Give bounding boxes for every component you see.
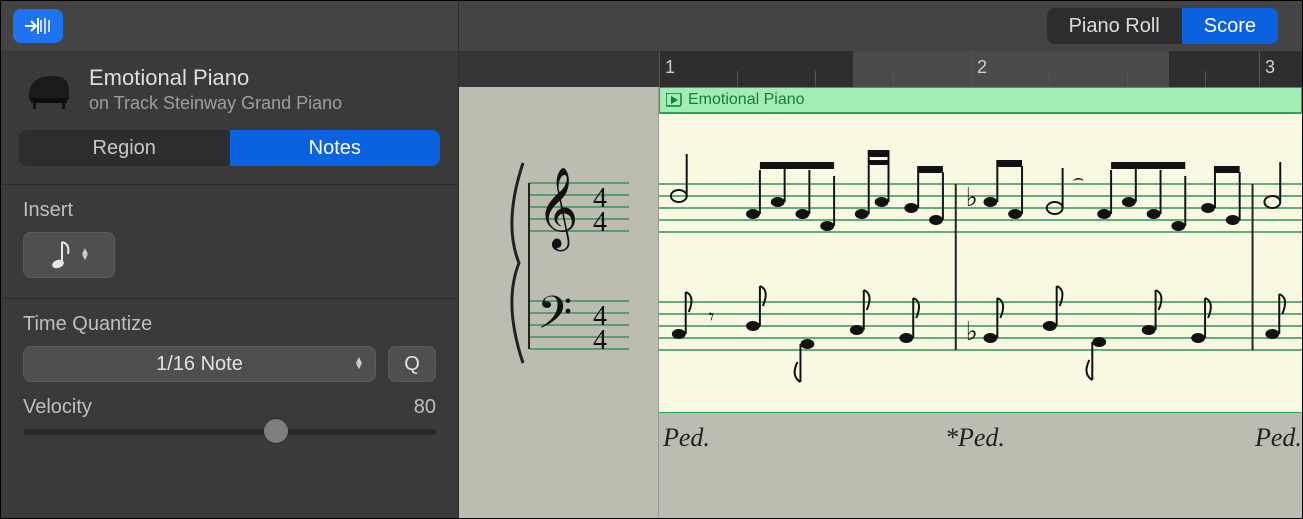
score-left-gutter: 𝄞 𝄢 4 4 4 4 xyxy=(459,87,659,518)
svg-text:𝄾: 𝄾 xyxy=(708,305,714,329)
tab-notes[interactable]: Notes xyxy=(230,130,441,166)
stepper-icon: ▲▼ xyxy=(80,249,90,261)
cycle-range[interactable] xyxy=(853,51,1169,87)
catch-playhead-button[interactable] xyxy=(13,9,63,43)
track-title: Emotional Piano xyxy=(89,65,342,91)
score-editor: Piano Roll Score 1 2 3 xyxy=(459,1,1302,518)
bar-number: 3 xyxy=(1265,57,1275,78)
track-info: Emotional Piano on Track Steinway Grand … xyxy=(1,51,458,124)
tab-region[interactable]: Region xyxy=(19,130,230,166)
svg-text:4: 4 xyxy=(593,325,607,356)
svg-text:♭: ♭ xyxy=(966,183,978,212)
track-subtitle: on Track Steinway Grand Piano xyxy=(89,93,342,114)
editor-mode-tabs: Piano Roll Score xyxy=(1047,8,1278,44)
insert-section: Insert ▲▼ xyxy=(1,185,458,278)
bar-number: 1 xyxy=(665,57,675,78)
bar-number: 2 xyxy=(977,57,987,78)
svg-text:⌢: ⌢ xyxy=(1072,168,1084,188)
velocity-slider[interactable] xyxy=(23,429,436,435)
svg-text:4: 4 xyxy=(593,207,607,238)
velocity-row: Velocity 80 xyxy=(1,382,458,419)
editor-header: Piano Roll Score xyxy=(459,1,1302,51)
pedal-marking: *Ped. xyxy=(945,423,1005,453)
score-canvas[interactable]: ♭ ⌢ xyxy=(659,113,1302,413)
insert-label: Insert xyxy=(23,199,436,222)
quantize-section: Time Quantize 1/16 Note ▲▼ Q xyxy=(1,299,458,382)
quantize-button[interactable]: Q xyxy=(388,346,436,382)
time-quantize-value: 1/16 Note xyxy=(156,353,243,376)
insert-note-value-popup[interactable]: ▲▼ xyxy=(23,232,115,278)
play-icon xyxy=(666,93,682,107)
velocity-slider-thumb[interactable] xyxy=(263,418,289,444)
sidebar-header xyxy=(1,1,458,51)
grand-staff-header: 𝄞 𝄢 4 4 4 4 xyxy=(459,113,629,413)
score-main-area[interactable]: Emotional Piano xyxy=(659,87,1302,518)
region-name: Emotional Piano xyxy=(688,91,805,109)
time-quantize-label: Time Quantize xyxy=(23,313,436,336)
grand-piano-icon xyxy=(25,70,73,110)
time-quantize-popup[interactable]: 1/16 Note ▲▼ xyxy=(23,346,376,382)
eighth-note-icon xyxy=(48,238,74,272)
tab-piano-roll[interactable]: Piano Roll xyxy=(1047,8,1182,44)
region-header[interactable]: Emotional Piano xyxy=(659,87,1302,113)
tab-score[interactable]: Score xyxy=(1182,8,1278,44)
treble-clef-icon: 𝄞 xyxy=(537,168,578,251)
pedal-marking: Ped. xyxy=(1255,423,1302,453)
bar-ruler[interactable]: 1 2 3 xyxy=(659,51,1302,87)
catch-playhead-icon xyxy=(23,16,53,36)
velocity-label: Velocity xyxy=(23,396,92,419)
velocity-value: 80 xyxy=(414,396,436,419)
inspector-sidebar: Emotional Piano on Track Steinway Grand … xyxy=(1,1,459,518)
stepper-icon: ▲▼ xyxy=(354,358,364,370)
inspector-tabs: Region Notes xyxy=(19,130,440,166)
pedal-marking: Ped. xyxy=(663,423,710,453)
bass-clef-icon: 𝄢 xyxy=(537,288,572,349)
svg-text:♭: ♭ xyxy=(966,317,978,346)
